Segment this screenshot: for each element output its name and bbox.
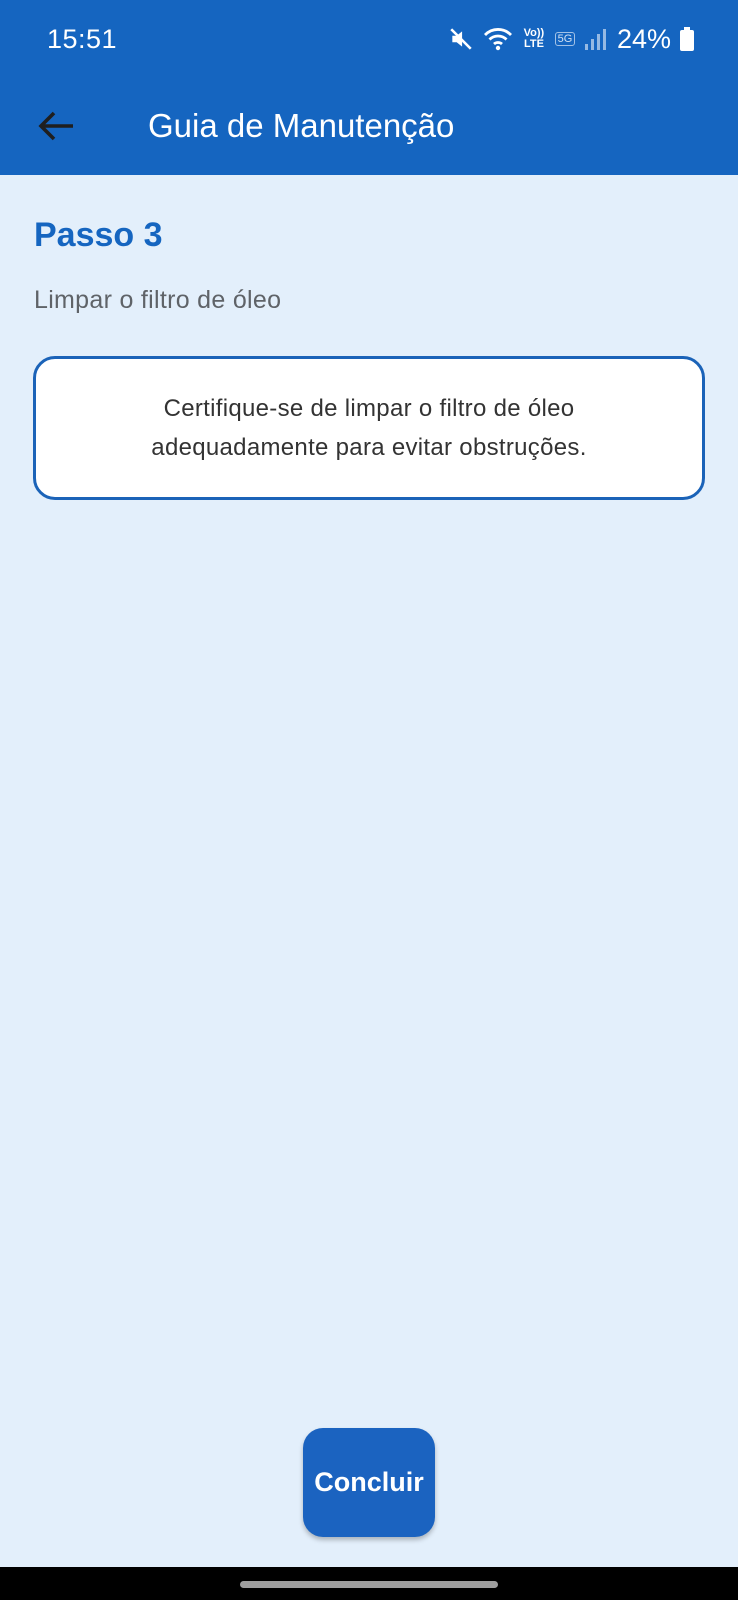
step-subtitle: Limpar o filtro de óleo	[34, 286, 282, 314]
finish-button[interactable]: Concluir	[303, 1428, 435, 1537]
app-title: Guia de Manutenção	[148, 107, 455, 144]
instruction-text: Certifique-se de limpar o filtro de óleo…	[151, 395, 587, 461]
network-5g-icon: 5G	[554, 32, 575, 46]
battery-level: 24%	[616, 23, 671, 54]
status-icons: Vo)) LTE 5G 24%	[448, 22, 694, 56]
status-time: 15:51	[47, 24, 118, 54]
volte-icon: Vo)) LTE	[523, 27, 545, 50]
step-title: Passo 3	[34, 216, 163, 254]
status-bar: 15:51 Vo)) LTE 5G 24%	[0, 0, 738, 80]
signal-icon	[584, 27, 606, 51]
home-indicator[interactable]	[240, 1581, 498, 1588]
app-bar: Guia de Manutenção	[0, 80, 738, 175]
arrow-back-icon	[37, 110, 75, 147]
instruction-card: Certifique-se de limpar o filtro de óleo…	[33, 356, 705, 500]
system-navigation-bar	[0, 1567, 738, 1600]
back-button[interactable]	[26, 98, 86, 158]
top-bar: 15:51 Vo)) LTE 5G 24% Guia de Manutenção	[0, 0, 738, 175]
wifi-icon	[483, 26, 513, 52]
mute-icon	[448, 26, 474, 52]
battery-icon	[680, 27, 694, 51]
